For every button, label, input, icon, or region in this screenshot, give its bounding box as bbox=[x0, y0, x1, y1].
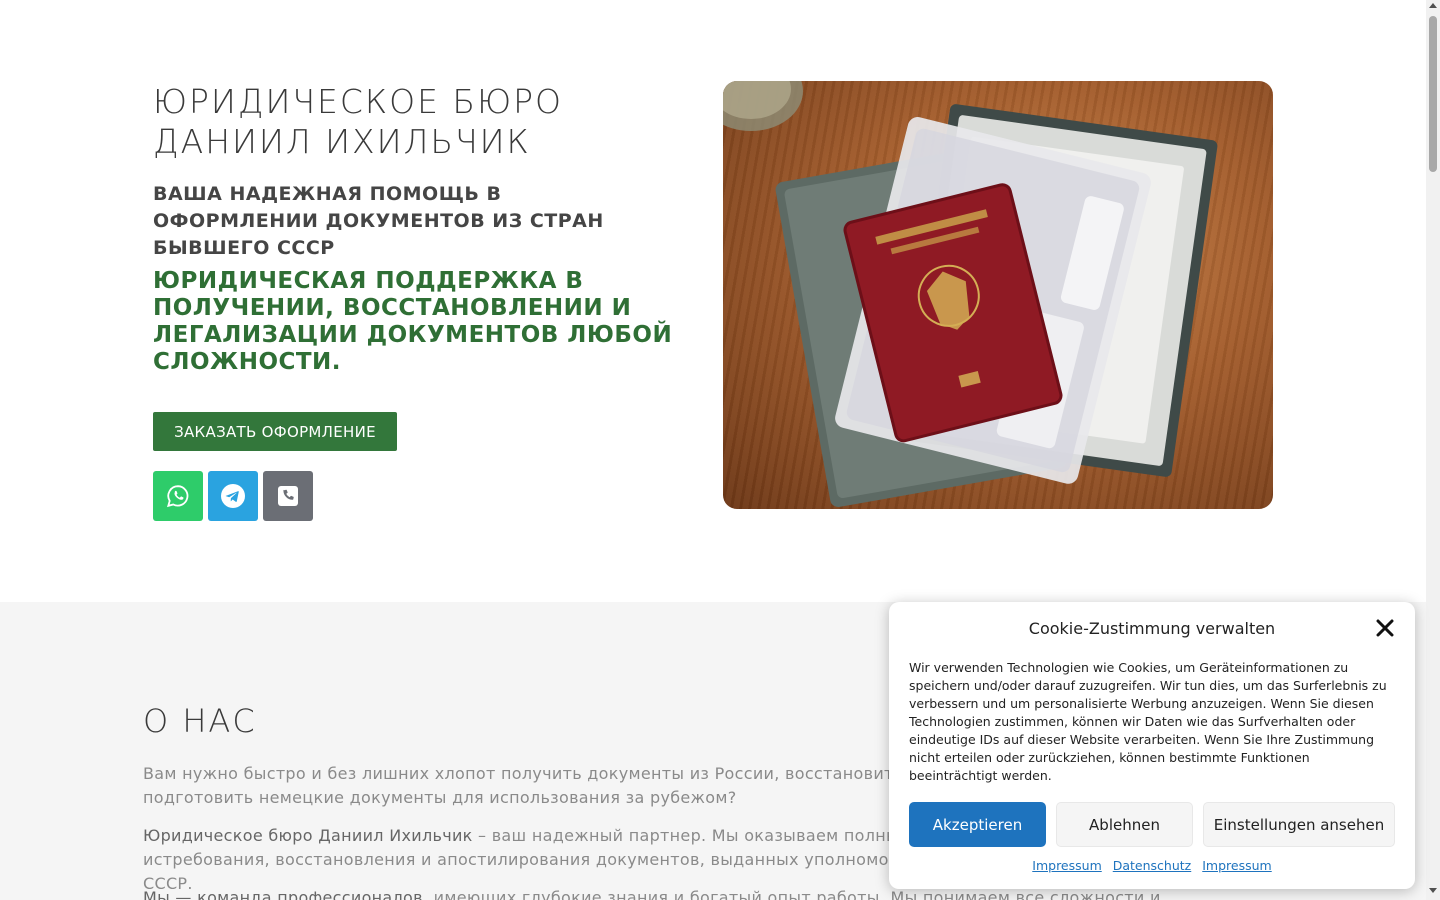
about-paragraph-3-strong: Мы — команда профессионалов bbox=[143, 888, 423, 900]
datenschutz-link[interactable]: Datenschutz bbox=[1113, 858, 1192, 873]
hero-image-passport bbox=[723, 81, 1273, 509]
telegram-button[interactable] bbox=[208, 471, 258, 521]
view-preferences-button[interactable]: Einstellungen ansehen bbox=[1203, 802, 1395, 847]
hero-section: ЮРИДИЧЕСКОЕ БЮРО ДАНИИЛ ИХИЛЬЧИК ВАША НА… bbox=[0, 0, 1426, 602]
impressum-link-2[interactable]: Impressum bbox=[1202, 858, 1271, 873]
deny-button[interactable]: Ablehnen bbox=[1056, 802, 1193, 847]
hero-title: ЮРИДИЧЕСКОЕ БЮРО ДАНИИЛ ИХИЛЬЧИК bbox=[153, 82, 563, 161]
accept-button[interactable]: Akzeptieren bbox=[909, 802, 1046, 847]
impressum-link[interactable]: Impressum bbox=[1032, 858, 1101, 873]
phone-button[interactable] bbox=[263, 471, 313, 521]
page-scrollbar[interactable] bbox=[1426, 0, 1440, 900]
whatsapp-icon bbox=[167, 485, 189, 508]
telegram-icon bbox=[221, 484, 245, 508]
scroll-up-arrow-icon[interactable] bbox=[1429, 3, 1437, 8]
close-icon bbox=[1376, 619, 1394, 637]
cookie-consent-dialog: Cookie-Zustimmung verwalten Wir verwende… bbox=[889, 602, 1415, 889]
hero-lead: ЮРИДИЧЕСКАЯ ПОДДЕРЖКА В ПОЛУЧЕНИИ, ВОССТ… bbox=[153, 268, 673, 375]
whatsapp-button[interactable] bbox=[153, 471, 203, 521]
about-paragraph-2-strong: Юридическое бюро Даниил Ихильчик bbox=[143, 826, 473, 845]
hero-subtitle: ВАША НАДЕЖНАЯ ПОМОЩЬ В ОФОРМЛЕНИИ ДОКУМЕ… bbox=[153, 183, 604, 259]
scrollbar-thumb[interactable] bbox=[1429, 16, 1437, 172]
scroll-down-arrow-icon[interactable] bbox=[1429, 888, 1437, 893]
cookie-text: Wir verwenden Technologien wie Cookies, … bbox=[909, 660, 1387, 783]
cookie-links: Impressum Datenschutz Impressum bbox=[889, 858, 1415, 873]
phone-icon bbox=[278, 486, 298, 506]
cookie-title: Cookie-Zustimmung verwalten bbox=[1028, 619, 1276, 638]
order-button[interactable]: ЗАКАЗАТЬ ОФОРМЛЕНИЕ bbox=[153, 412, 397, 451]
close-button[interactable] bbox=[1373, 616, 1397, 640]
about-title: О НАС bbox=[143, 702, 257, 740]
